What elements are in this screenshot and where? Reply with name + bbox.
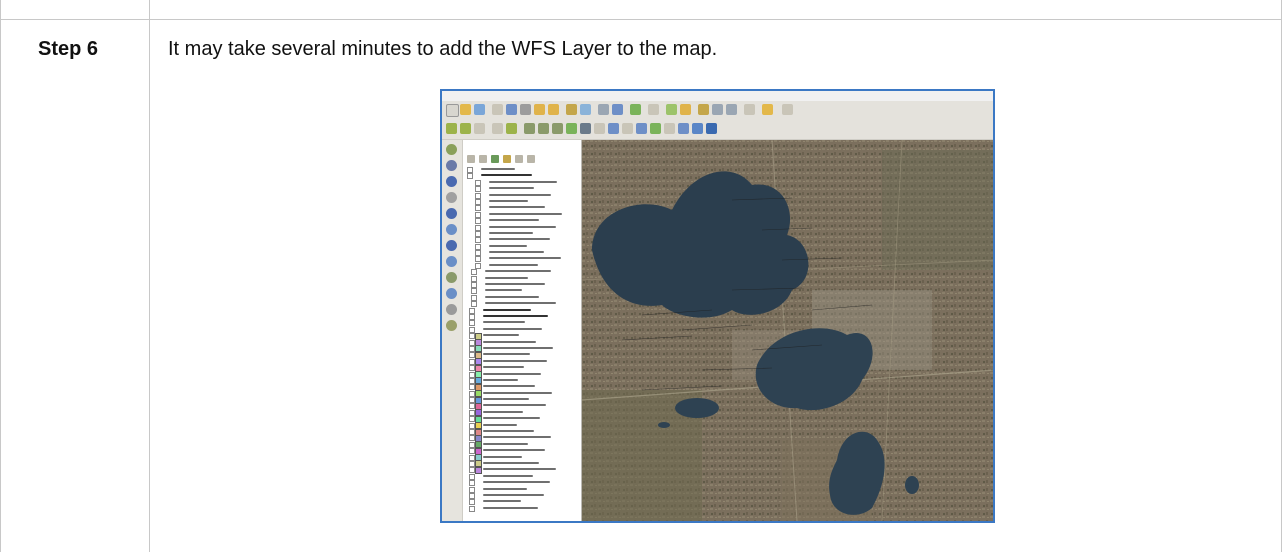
table-left-border: [0, 0, 1, 552]
layer-tree-row: [467, 505, 579, 512]
qgis-map-canvas: [582, 140, 993, 521]
qgis-toolbar-top: [442, 101, 993, 120]
qgis-left-toolstrip: [442, 140, 463, 521]
qgis-toolbar-second: [442, 119, 993, 140]
qgis-layers-panel: [463, 140, 582, 521]
qgis-menubar: [442, 91, 993, 101]
step-label: Step 6: [38, 38, 99, 60]
table-row-divider: [0, 19, 1282, 20]
table-column-divider: [149, 0, 150, 552]
qgis-screenshot: [440, 89, 995, 523]
step-description: It may take several minutes to add the W…: [168, 38, 718, 60]
